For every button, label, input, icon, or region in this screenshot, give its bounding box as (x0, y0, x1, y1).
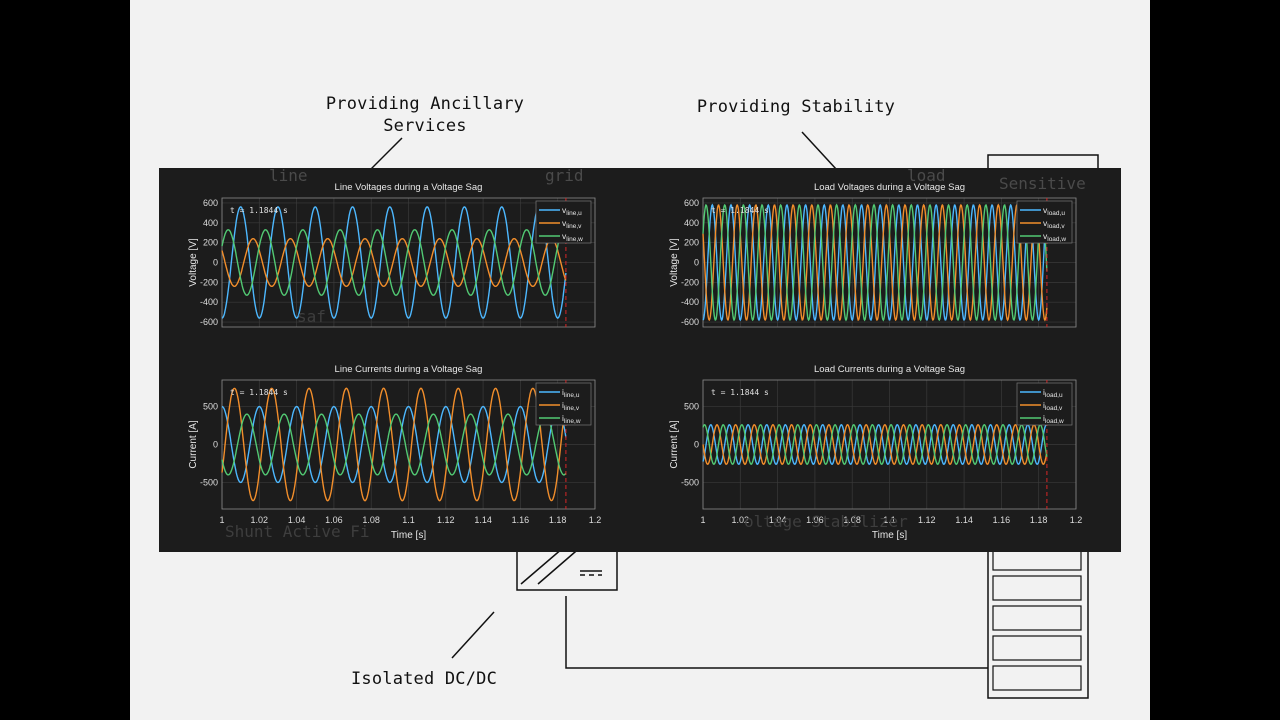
ghost-label-line: line (269, 166, 308, 185)
x-tick-label: 1.2 (589, 515, 602, 525)
annotation-line: Services (383, 116, 467, 136)
chart-1: Line Voltages during a Voltage Sag Voltag… (188, 182, 596, 328)
y-tick-label: -200 (200, 277, 218, 287)
chart-title: Line Currents during a Voltage Sag (335, 364, 483, 375)
y-tick-label: -600 (200, 317, 218, 327)
x-axis-label: Time [s] (391, 530, 426, 541)
battery-cell (992, 575, 1082, 601)
ghost-label-load: load (907, 166, 946, 185)
chart-3: Line Currents during a Voltage Sag Curren… (188, 364, 601, 541)
y-tick-label: 500 (203, 402, 218, 412)
ghost-label-saf: saf (297, 307, 326, 326)
y-tick-label: -200 (681, 277, 699, 287)
annotation-isolated-dcdc: Isolated DC/DC (350, 669, 498, 689)
pointer-isolated (451, 611, 495, 659)
x-tick-label: 1.18 (549, 515, 567, 525)
plot-panel: Line Voltages during a Voltage Sag Voltag… (159, 166, 1121, 552)
y-tick-label: 600 (684, 198, 699, 208)
x-tick-label: 1.12 (918, 515, 936, 525)
y-axis-label: Voltage [V] (188, 238, 199, 287)
y-tick-label: 400 (684, 218, 699, 228)
ghost-label-grid: grid (545, 166, 584, 185)
y-tick-label: 0 (213, 258, 218, 268)
cursor-label: t = 1.1844 s (711, 388, 769, 397)
y-tick-label: 0 (213, 440, 218, 450)
annotation-ancillary-services: Providing Ancillary Services (300, 93, 550, 137)
annotation-line: Providing Ancillary (325, 94, 525, 114)
chart-2: Load Voltages during a Voltage SagVoltag… (669, 182, 1077, 328)
y-axis-label: Current [A] (669, 420, 680, 469)
plot-canvas: Line Voltages during a Voltage Sag Voltag… (188, 182, 1083, 541)
y-tick-label: 200 (203, 238, 218, 248)
battery-cell (992, 665, 1082, 691)
ghost-label-shunt-active-filter: Shunt Active Fi (225, 522, 370, 541)
x-tick-label: 1.14 (955, 515, 973, 525)
x-tick-label: 1.1 (402, 515, 415, 525)
battery-cell (992, 605, 1082, 631)
annotation-stability: Providing Stability (696, 97, 896, 117)
x-tick-label: 1.16 (512, 515, 530, 525)
chart-title: Load Currents during a Voltage Sag (814, 364, 965, 375)
y-tick-label: -400 (200, 297, 218, 307)
y-tick-label: 0 (694, 258, 699, 268)
x-axis-label: Time [s] (872, 530, 907, 541)
ghost-label-sensitive: Sensitive (999, 174, 1086, 193)
cursor-label: t = 1.1844 s (230, 388, 288, 397)
y-tick-label: 200 (684, 238, 699, 248)
y-tick-label: 600 (203, 198, 218, 208)
battery-cell (992, 635, 1082, 661)
y-axis-label: Voltage [V] (669, 238, 680, 287)
y-axis-label: Current [A] (188, 420, 199, 469)
y-tick-label: -400 (681, 297, 699, 307)
ghost-label-voltage-stabilizer: oltage Stabilizer (744, 512, 908, 531)
y-tick-label: 500 (684, 402, 699, 412)
x-tick-label: 1.18 (1030, 515, 1048, 525)
y-tick-label: -600 (681, 317, 699, 327)
y-tick-label: -500 (681, 477, 699, 487)
x-tick-label: 1.2 (1070, 515, 1083, 525)
x-tick-label: 1 (219, 515, 224, 525)
y-tick-label: -500 (200, 477, 218, 487)
cursor-label: t = 1.1844 s (711, 206, 769, 215)
y-tick-label: 400 (203, 218, 218, 228)
x-tick-label: 1.12 (437, 515, 455, 525)
chart-title: Line Voltages during a Voltage Sag (335, 182, 483, 193)
y-tick-label: 0 (694, 440, 699, 450)
dc-link-wire (565, 596, 988, 669)
x-tick-label: 1.14 (474, 515, 492, 525)
x-tick-label: 1 (700, 515, 705, 525)
cursor-label: t = 1.1844 s (230, 206, 288, 215)
x-tick-label: 1.16 (993, 515, 1011, 525)
